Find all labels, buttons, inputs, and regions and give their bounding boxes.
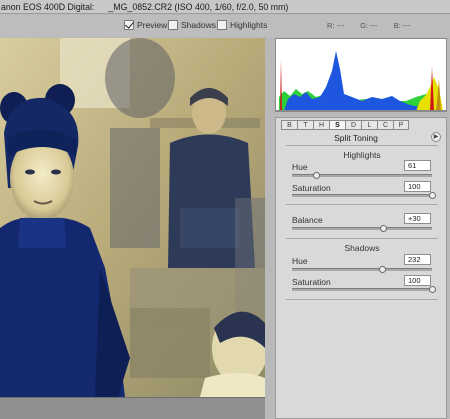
highlights-hue-field[interactable]: 61 xyxy=(404,160,431,171)
divider xyxy=(286,299,438,300)
tab-p[interactable]: P xyxy=(393,120,409,130)
file-info: _MG_0852.CR2 (ISO 400, 1/60, f/2.0, 50 m… xyxy=(108,2,289,12)
tab-l[interactable]: L xyxy=(361,120,377,130)
r-readout: R: --- xyxy=(327,21,345,30)
shadows-saturation-slider[interactable] xyxy=(292,286,436,293)
highlights-hue-slider[interactable] xyxy=(292,172,432,179)
shadows-label: Shadows xyxy=(181,20,216,30)
shadows-saturation-label: Saturation xyxy=(292,277,331,287)
tab-d[interactable]: D xyxy=(345,120,361,130)
balance-label: Balance xyxy=(292,215,323,225)
divider xyxy=(286,238,438,239)
checkbox-icon[interactable] xyxy=(168,20,178,30)
shadows-title: Shadows xyxy=(344,243,380,253)
rgb-readout: R: --- G: --- B: --- xyxy=(327,21,410,30)
preview-footer xyxy=(0,397,265,419)
slider-thumb[interactable] xyxy=(379,266,387,273)
adjustments-panel: BTHSDLCP Split Toning ▶ Highlights Hue 6… xyxy=(275,117,447,419)
tab-s[interactable]: S xyxy=(329,120,345,130)
tab-h[interactable]: H xyxy=(313,120,329,130)
divider xyxy=(286,204,438,205)
tab-b[interactable]: B xyxy=(281,120,297,130)
histogram xyxy=(275,38,447,112)
highlights-checkbox[interactable]: Highlights xyxy=(217,20,267,30)
preview-toolbar: Preview Shadows Highlights R: --- G: ---… xyxy=(0,15,450,37)
balance-field[interactable]: +30 xyxy=(404,213,431,224)
slider-thumb[interactable] xyxy=(380,225,387,232)
slider-thumb[interactable] xyxy=(429,192,436,199)
highlights-saturation-label: Saturation xyxy=(292,183,331,193)
preview-checkbox[interactable]: Preview xyxy=(124,20,167,30)
histogram-graph xyxy=(276,39,446,111)
tab-t[interactable]: T xyxy=(297,120,313,130)
panel-tabs: BTHSDLCP xyxy=(281,120,409,131)
shadows-checkbox[interactable]: Shadows xyxy=(168,20,216,30)
split-toned-photo xyxy=(0,38,265,397)
highlights-saturation-slider[interactable] xyxy=(292,192,436,199)
highlights-hue-label: Hue xyxy=(292,162,308,172)
tab-c[interactable]: C xyxy=(377,120,393,130)
slider-thumb[interactable] xyxy=(312,172,320,179)
preview-label: Preview xyxy=(137,20,168,30)
play-circle-icon[interactable]: ▶ xyxy=(431,132,441,142)
highlights-title: Highlights xyxy=(343,150,381,160)
highlights-label: Highlights xyxy=(230,20,268,30)
shadows-hue-field[interactable]: 232 xyxy=(404,254,431,265)
camera-name: anon EOS 400D Digital: xyxy=(1,2,95,12)
image-preview[interactable] xyxy=(0,38,265,397)
highlights-saturation-field[interactable]: 100 xyxy=(404,181,431,192)
b-readout: B: --- xyxy=(393,21,411,30)
panel-title: Split Toning xyxy=(334,133,378,143)
checkbox-icon[interactable] xyxy=(217,20,227,30)
shadows-saturation-field[interactable]: 100 xyxy=(404,275,431,286)
shadows-hue-label: Hue xyxy=(292,256,308,266)
divider xyxy=(286,145,438,146)
balance-slider[interactable] xyxy=(292,225,432,232)
g-readout: G: --- xyxy=(360,21,378,30)
check-icon[interactable] xyxy=(124,20,134,30)
window-title: anon EOS 400D Digital: _MG_0852.CR2 (ISO … xyxy=(0,0,450,14)
slider-thumb[interactable] xyxy=(429,286,436,293)
shadows-hue-slider[interactable] xyxy=(292,266,432,273)
